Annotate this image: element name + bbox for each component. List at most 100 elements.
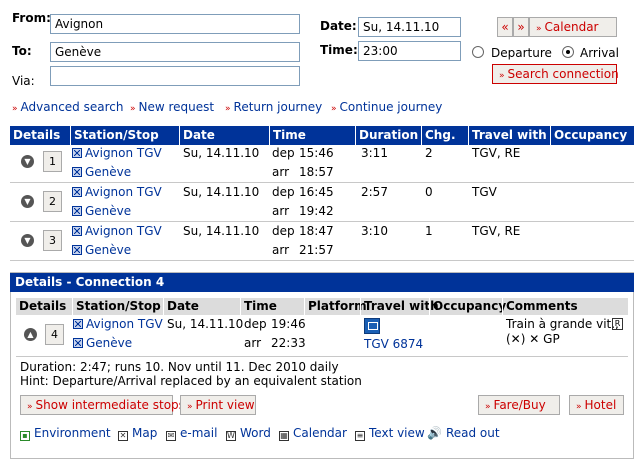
col-date: Date [179, 126, 215, 145]
continue-journey-link[interactable]: » Continue journey [331, 100, 442, 114]
no-bike-icon: (✕) [506, 332, 526, 346]
to-station-link[interactable]: Genève [72, 204, 131, 218]
duration-cell: 2:57 [361, 185, 388, 199]
col-details: Details [13, 128, 61, 142]
show-intermediate-stops-button[interactable]: » Show intermediate stops [20, 395, 185, 415]
collapse-icon[interactable]: ▲ [24, 328, 37, 341]
dep-time: 18:47 [299, 224, 334, 238]
dep-time: 16:45 [299, 185, 334, 199]
arr-label: arr [244, 336, 262, 350]
to-input[interactable]: Genève [50, 42, 300, 62]
arr-time: 21:57 [299, 243, 334, 257]
duration-cell: 3:11 [361, 146, 388, 160]
comment-text: Train à grande vit., [506, 317, 619, 331]
travel-cell: TGV, RE [472, 146, 521, 160]
col-station: Station/Stop [72, 298, 161, 315]
station-icon [72, 167, 82, 177]
expand-icon[interactable]: ▼ [21, 195, 34, 208]
divider [10, 221, 634, 222]
duration-cell: 3:10 [361, 224, 388, 238]
environment-icon: ▪ [20, 431, 30, 441]
text-view-link[interactable]: ≡ Text view [355, 426, 425, 441]
fare-buy-button[interactable]: » Fare/Buy [478, 395, 560, 415]
date-cell: Su, 14.11.10 [183, 185, 260, 199]
word-link[interactable]: W Word [226, 426, 271, 441]
arr-time: 22:33 [271, 336, 306, 350]
results-header: Details Station/Stop Date Time Duration … [10, 126, 634, 145]
arr-time: 19:42 [299, 204, 334, 218]
departure-radio[interactable] [472, 46, 484, 58]
calendar-icon: ▦ [279, 431, 289, 441]
connection-number-button[interactable]: 1 [43, 151, 62, 172]
return-journey-link[interactable]: » Return journey [225, 100, 322, 114]
to-station-link[interactable]: Genève [72, 243, 131, 257]
email-link[interactable]: ✉ e-mail [166, 426, 217, 441]
from-station-link[interactable]: Avignon TGV [72, 146, 162, 160]
time-input[interactable]: 23:00 [358, 41, 461, 61]
prev-day-button[interactable]: « [497, 17, 513, 37]
connection-number-button[interactable]: 2 [43, 191, 62, 212]
travel-cell: TGV [472, 185, 497, 199]
col-duration: Duration [355, 126, 418, 145]
arrival-radio[interactable] [562, 46, 574, 58]
station-icon [73, 319, 83, 329]
arrow-icon: » [27, 402, 33, 412]
expand-icon[interactable]: ▼ [21, 155, 34, 168]
date-cell: Su, 14.11.10 [183, 224, 260, 238]
date-input[interactable]: Su, 14.11.10 [358, 17, 461, 37]
departure-label: Departure [491, 46, 552, 60]
calendar-link[interactable]: ▦ Calendar [279, 426, 347, 441]
from-station-link[interactable]: Avignon TGV [73, 317, 163, 331]
dep-label: dep [272, 185, 295, 199]
train-link[interactable]: TGV 6874 [364, 337, 423, 351]
hotel-button[interactable]: » Hotel [569, 395, 624, 415]
arr-label: arr [272, 165, 290, 179]
hint-info: Hint: Departure/Arrival replaced by an e… [20, 374, 362, 388]
arrow-icon: » [12, 104, 18, 114]
station-icon [73, 338, 83, 348]
expand-icon[interactable]: ▼ [21, 234, 34, 247]
word-icon: W [226, 431, 236, 441]
map-link[interactable]: ✕ Map [118, 426, 157, 441]
dep-time: 15:46 [299, 146, 334, 160]
col-time: Time [240, 298, 277, 315]
connection-number-button[interactable]: 3 [43, 230, 62, 251]
arrow-icon: » [225, 104, 231, 114]
arrow-icon: » [536, 24, 542, 34]
to-station-link[interactable]: Genève [72, 165, 131, 179]
col-travel: Travel with [360, 298, 439, 315]
to-station-link[interactable]: Genève [73, 336, 132, 350]
from-station-link[interactable]: Avignon TGV [72, 224, 162, 238]
duration-info: Duration: 2:47; runs 10. Nov until 11. D… [20, 360, 339, 374]
calendar-button[interactable]: » Calendar [529, 17, 617, 37]
arrow-icon: » [576, 402, 582, 412]
arrow-icon: » [331, 104, 337, 114]
next-day-button[interactable]: » [513, 17, 529, 37]
col-comments: Comments [502, 298, 578, 315]
station-icon [72, 245, 82, 255]
col-time: Time [269, 126, 306, 145]
divider [10, 182, 634, 183]
from-input[interactable]: Avignon [50, 14, 300, 34]
search-connection-button[interactable]: » Search connection [492, 64, 619, 84]
col-occupancy: Occupancy [550, 126, 627, 145]
text-view-icon: ≡ [355, 431, 365, 441]
environment-link[interactable]: ▪ Environment [20, 426, 111, 441]
station-icon [72, 187, 82, 197]
dep-time: 19:46 [271, 317, 306, 331]
arrow-icon: » [130, 104, 136, 114]
bike-icon: ✕ [529, 332, 540, 346]
dep-label: dep [272, 224, 295, 238]
col-station: Station/Stop [70, 126, 159, 145]
advanced-search-link[interactable]: » Advanced search [12, 100, 123, 114]
divider [10, 260, 634, 261]
new-request-link[interactable]: » New request [130, 100, 214, 114]
via-input[interactable] [50, 66, 300, 86]
print-view-button[interactable]: » Print view [180, 395, 256, 415]
email-icon: ✉ [166, 431, 176, 441]
connection-number-button[interactable]: 4 [45, 324, 64, 345]
from-station-link[interactable]: Avignon TGV [72, 185, 162, 199]
read-out-link[interactable]: 🔊 Read out [427, 426, 500, 440]
date-cell: Su, 14.11.10 [183, 146, 260, 160]
changes-cell: 0 [425, 185, 433, 199]
